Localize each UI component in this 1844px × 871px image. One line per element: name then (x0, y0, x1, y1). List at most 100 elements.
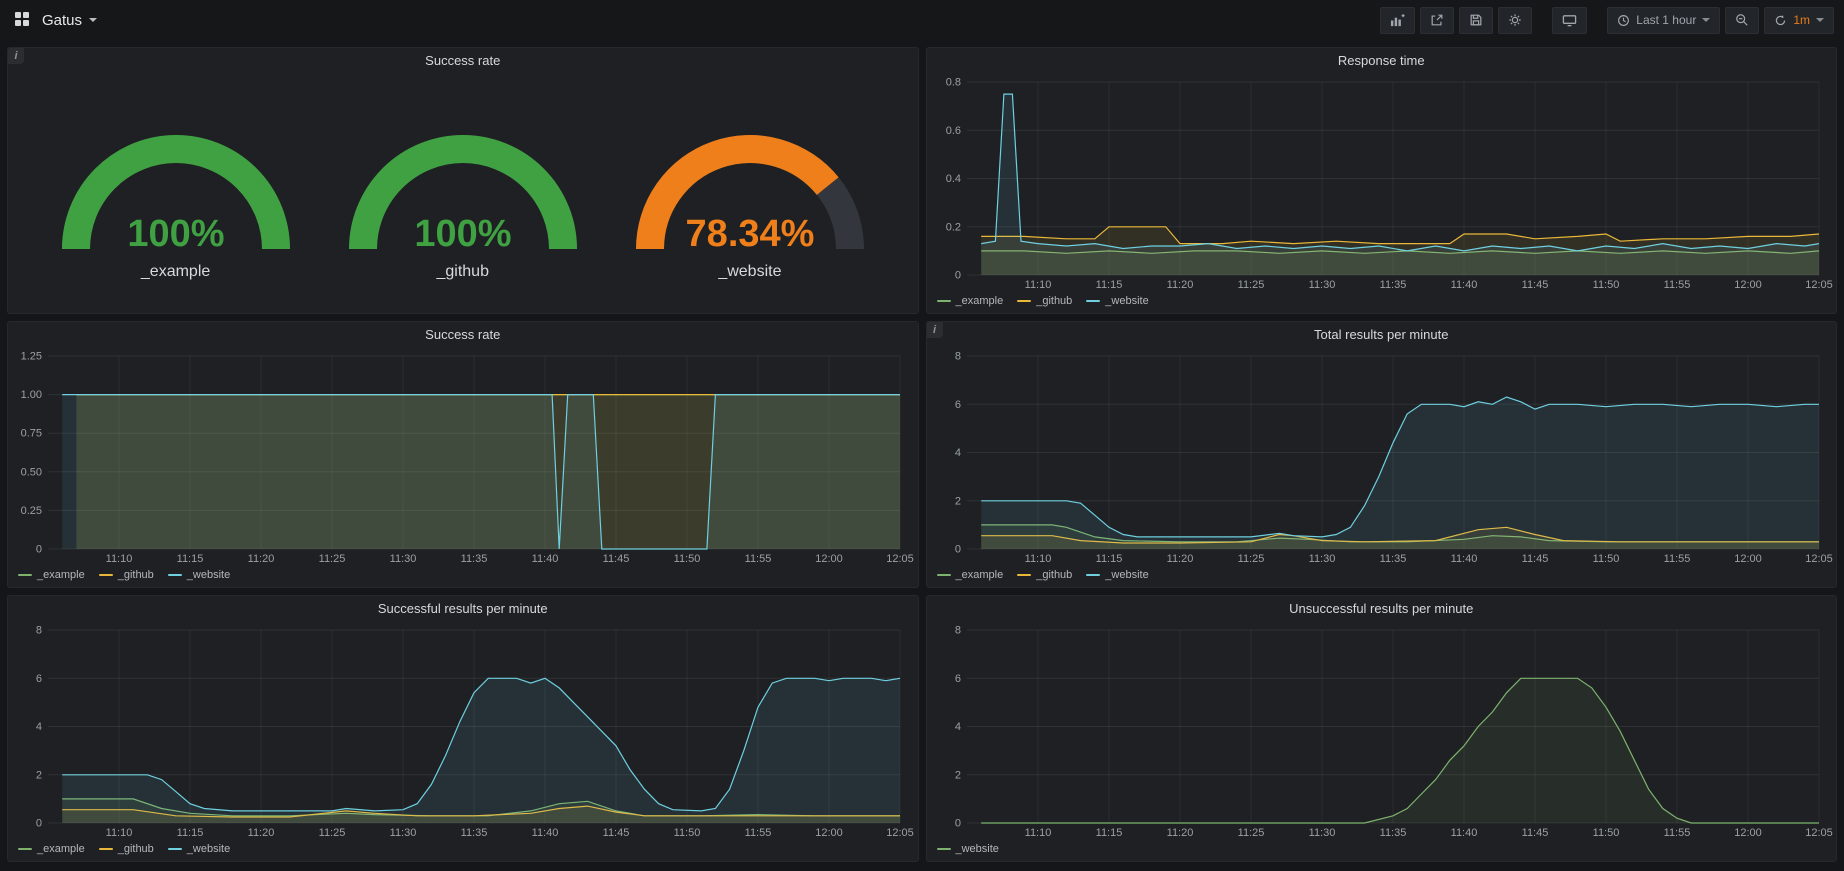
legend-label: _example (37, 569, 85, 581)
svg-text:8: 8 (36, 625, 42, 637)
legend-item-_github[interactable]: _github (99, 843, 154, 855)
svg-text:11:55: 11:55 (1663, 279, 1690, 291)
svg-text:2: 2 (954, 769, 960, 781)
svg-text:11:35: 11:35 (1379, 827, 1406, 839)
svg-text:11:40: 11:40 (1450, 827, 1477, 839)
gauge-label: _github (436, 263, 489, 281)
panel-info-icon[interactable]: i (927, 322, 943, 338)
panel-title[interactable]: Success rate (8, 322, 918, 348)
svg-text:0.6: 0.6 (945, 125, 960, 137)
add-panel-button[interactable] (1380, 7, 1415, 34)
svg-text:11:25: 11:25 (1237, 827, 1264, 839)
svg-text:11:30: 11:30 (390, 827, 417, 839)
svg-text:0: 0 (954, 818, 960, 830)
gauge-label: _website (718, 263, 781, 281)
gauge-_website[interactable]: 78.34%_website (615, 101, 885, 281)
legend-label: _example (956, 295, 1004, 307)
chart-response-time[interactable]: 00.20.40.60.811:1011:1511:2011:2511:3011… (927, 74, 1837, 293)
grafana-menu-button[interactable] (10, 7, 34, 34)
legend-label: _website (187, 569, 230, 581)
svg-text:11:45: 11:45 (603, 827, 630, 839)
save-dashboard-button[interactable] (1459, 7, 1493, 34)
svg-text:11:40: 11:40 (532, 827, 559, 839)
svg-text:11:30: 11:30 (1308, 553, 1335, 565)
series-color-swatch (937, 300, 951, 302)
svg-text:0: 0 (954, 270, 960, 282)
panel-success-rate-gauges: i Success rate 100%_example100%_github78… (7, 47, 919, 314)
panel-unsuccessful-results: Unsuccessful results per minute 0246811:… (926, 595, 1838, 862)
svg-text:0.50: 0.50 (21, 466, 42, 478)
share-icon (1430, 13, 1444, 27)
svg-text:1.25: 1.25 (21, 351, 42, 363)
legend-label: _website (1105, 295, 1148, 307)
legend-label: _github (1036, 569, 1072, 581)
navbar: Gatus (0, 0, 1844, 40)
svg-text:2: 2 (954, 495, 960, 507)
legend-label: _website (1105, 569, 1148, 581)
refresh-button[interactable]: 1m (1764, 7, 1834, 34)
svg-text:11:55: 11:55 (1663, 553, 1690, 565)
add-panel-icon (1390, 13, 1405, 28)
legend-item-_website[interactable]: _website (1086, 295, 1148, 307)
panel-title[interactable]: Success rate (8, 48, 918, 74)
panel-info-icon[interactable]: i (8, 48, 24, 64)
legend-item-_example[interactable]: _example (937, 569, 1004, 581)
legend-item-_website[interactable]: _website (168, 569, 230, 581)
chart-total-results[interactable]: 0246811:1011:1511:2011:2511:3011:3511:40… (927, 348, 1837, 567)
panel-title[interactable]: Unsuccessful results per minute (927, 596, 1837, 622)
svg-text:11:10: 11:10 (1024, 827, 1051, 839)
svg-text:11:55: 11:55 (1663, 827, 1690, 839)
svg-text:11:15: 11:15 (1095, 279, 1122, 291)
zoom-out-button[interactable] (1725, 7, 1759, 34)
svg-text:4: 4 (954, 721, 960, 733)
legend-item-_example[interactable]: _example (18, 843, 85, 855)
panel-title[interactable]: Response time (927, 48, 1837, 74)
chart-success-rate[interactable]: 00.250.500.751.001.2511:1011:1511:2011:2… (8, 348, 918, 567)
svg-text:11:20: 11:20 (1166, 827, 1193, 839)
gauge-_github[interactable]: 100% _github (328, 101, 598, 281)
caret-down-icon (1702, 18, 1710, 22)
chart-unsuccessful-results[interactable]: 0246811:1011:1511:2011:2511:3011:3511:40… (927, 622, 1837, 841)
svg-text:0: 0 (954, 544, 960, 556)
gauge-value: 100% (127, 213, 224, 255)
panel-total-results: i Total results per minute 0246811:1011:… (926, 321, 1838, 588)
svg-text:11:45: 11:45 (1521, 553, 1548, 565)
chart-legend: _website (927, 841, 1837, 861)
panel-successful-results: Successful results per minute 0246811:10… (7, 595, 919, 862)
chart-successful-results[interactable]: 0246811:1011:1511:2011:2511:3011:3511:40… (8, 622, 918, 841)
svg-text:4: 4 (954, 447, 960, 459)
legend-item-_github[interactable]: _github (1017, 569, 1072, 581)
legend-item-_website[interactable]: _website (937, 843, 999, 855)
svg-text:11:15: 11:15 (177, 553, 204, 565)
series-color-swatch (99, 848, 113, 850)
panel-title[interactable]: Successful results per minute (8, 596, 918, 622)
svg-text:11:50: 11:50 (1592, 827, 1619, 839)
share-dashboard-button[interactable] (1420, 7, 1454, 34)
dashboard-title-button[interactable]: Gatus (42, 12, 97, 29)
dashboard-settings-button[interactable] (1498, 7, 1532, 34)
svg-text:12:05: 12:05 (1805, 553, 1833, 565)
legend-item-_website[interactable]: _website (168, 843, 230, 855)
svg-text:12:05: 12:05 (886, 553, 914, 565)
legend-label: _github (118, 843, 154, 855)
legend-item-_website[interactable]: _website (1086, 569, 1148, 581)
legend-item-_github[interactable]: _github (99, 569, 154, 581)
svg-text:11:45: 11:45 (603, 553, 630, 565)
svg-text:11:35: 11:35 (1379, 279, 1406, 291)
legend-item-_github[interactable]: _github (1017, 295, 1072, 307)
legend-item-_example[interactable]: _example (18, 569, 85, 581)
panel-success-rate-timeseries: Success rate 00.250.500.751.001.2511:101… (7, 321, 919, 588)
time-range-button[interactable]: Last 1 hour (1607, 7, 1720, 34)
svg-text:0: 0 (36, 544, 42, 556)
gauge-value: 100% (414, 213, 511, 255)
svg-text:6: 6 (954, 399, 960, 411)
svg-text:1.00: 1.00 (21, 389, 42, 401)
panel-title[interactable]: Total results per minute (927, 322, 1837, 348)
svg-text:4: 4 (36, 721, 42, 733)
legend-item-_example[interactable]: _example (937, 295, 1004, 307)
svg-text:11:10: 11:10 (1024, 279, 1051, 291)
tv-mode-button[interactable] (1552, 7, 1587, 34)
svg-text:11:25: 11:25 (1237, 553, 1264, 565)
gauge-_example[interactable]: 100%_example (41, 101, 311, 281)
svg-text:11:50: 11:50 (674, 827, 701, 839)
